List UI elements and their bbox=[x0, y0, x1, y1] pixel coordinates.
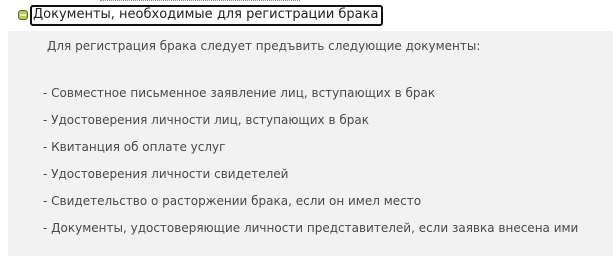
list-item: - Свидетельство о расторжении брака, есл… bbox=[43, 194, 422, 208]
document-list: - Совместное письменное заявление лиц, в… bbox=[43, 86, 578, 248]
faq-title-link[interactable]: Документы, необходимые для регистрации б… bbox=[30, 4, 384, 26]
list-item: - Удостоверения личности лиц, вступающих… bbox=[43, 113, 369, 127]
list-item: - Совместное письменное заявление лиц, в… bbox=[43, 86, 436, 100]
top-edge bbox=[0, 0, 613, 3]
previous-item-edge bbox=[100, 0, 300, 2]
list-item: - Квитанция об оплате услуг bbox=[43, 140, 226, 154]
faq-header[interactable]: Документы, необходимые для регистрации б… bbox=[18, 4, 384, 26]
answer-intro: Для регистрация брака следует предъвить … bbox=[47, 39, 481, 53]
collapse-icon[interactable] bbox=[18, 10, 28, 20]
faq-answer-panel: Для регистрация брака следует предъвить … bbox=[8, 31, 613, 256]
list-item: - Удостоверения личности свидетелей bbox=[43, 167, 289, 181]
list-item: - Документы, удостоверяющие личности пре… bbox=[43, 221, 579, 235]
